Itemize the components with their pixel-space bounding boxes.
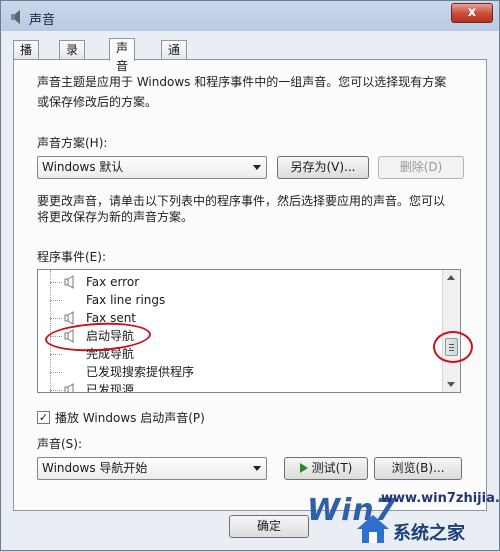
list-item[interactable]: Fax error (38, 273, 442, 291)
list-item[interactable]: Fax line rings (38, 291, 442, 309)
annotation-circle (433, 331, 473, 363)
list-item-label: 已发现源 (86, 383, 135, 393)
scheme-select[interactable]: Windows 默认 (37, 156, 267, 179)
watermark-url: www.win7zhijia.cn (381, 491, 500, 506)
list-item-label: 已发现搜索提供程序 (86, 365, 195, 379)
house-icon (357, 515, 389, 543)
test-button-label: 测试(T) (311, 461, 353, 475)
delete-button[interactable]: 删除(D) (378, 156, 464, 179)
sound-value: Windows 导航开始 (42, 461, 148, 475)
startup-sound-checkbox[interactable]: ✓ (37, 411, 50, 424)
speaker-icon (11, 10, 20, 24)
list-item[interactable]: 已发现源 (38, 381, 442, 393)
scheme-value: Windows 默认 (42, 160, 124, 174)
chevron-down-icon (253, 165, 261, 170)
window-title: 声音 (29, 13, 56, 28)
watermark-name: 系统之家 (393, 523, 465, 544)
description-line-1: 声音主题是应用于 Windows 和程序事件中的一组声音。您可以选择现有方案 (37, 75, 447, 89)
sound-label: 声音(S): (37, 437, 83, 451)
speaker-icon (64, 275, 74, 289)
scheme-label: 声音方案(H): (37, 136, 108, 150)
sound-dialog: 声音 x 播放 录制 声音 通信 声音主题是应用于 Windows 和程序事件中… (0, 0, 500, 551)
startup-sound-label: 播放 Windows 启动声音(P) (55, 411, 205, 425)
play-icon (299, 463, 308, 473)
events-label: 程序事件(E): (37, 250, 106, 264)
title-bar[interactable]: 声音 x (1, 1, 499, 33)
watermark: Win7 www.win7zhijia.cn 系统之家 (297, 489, 500, 552)
description-line-2: 或保存修改后的方案。 (37, 95, 158, 109)
list-item-label: Fax error (86, 275, 140, 289)
list-item[interactable]: 已发现搜索提供程序 (38, 363, 442, 381)
tab-sounds[interactable]: 声音 (109, 38, 136, 73)
tab-recording[interactable]: 录制 (59, 40, 86, 75)
close-button[interactable]: x (451, 3, 493, 23)
save-as-button[interactable]: 另存为(V)... (277, 156, 369, 179)
tab-playback[interactable]: 播放 (13, 40, 40, 75)
speaker-icon (64, 311, 74, 325)
speaker-icon (64, 383, 74, 392)
scroll-up-icon[interactable] (447, 275, 455, 280)
sound-select[interactable]: Windows 导航开始 (37, 457, 267, 480)
instructions-line-2: 将更改保存为新的声音方案。 (37, 210, 194, 224)
list-item-label: Fax line rings (86, 293, 166, 307)
tab-communications[interactable]: 通信 (161, 40, 188, 75)
chevron-down-icon (253, 466, 261, 471)
browse-button[interactable]: 浏览(B)... (374, 457, 462, 480)
test-button[interactable]: 测试(T) (284, 457, 368, 480)
scroll-down-icon[interactable] (447, 382, 455, 387)
